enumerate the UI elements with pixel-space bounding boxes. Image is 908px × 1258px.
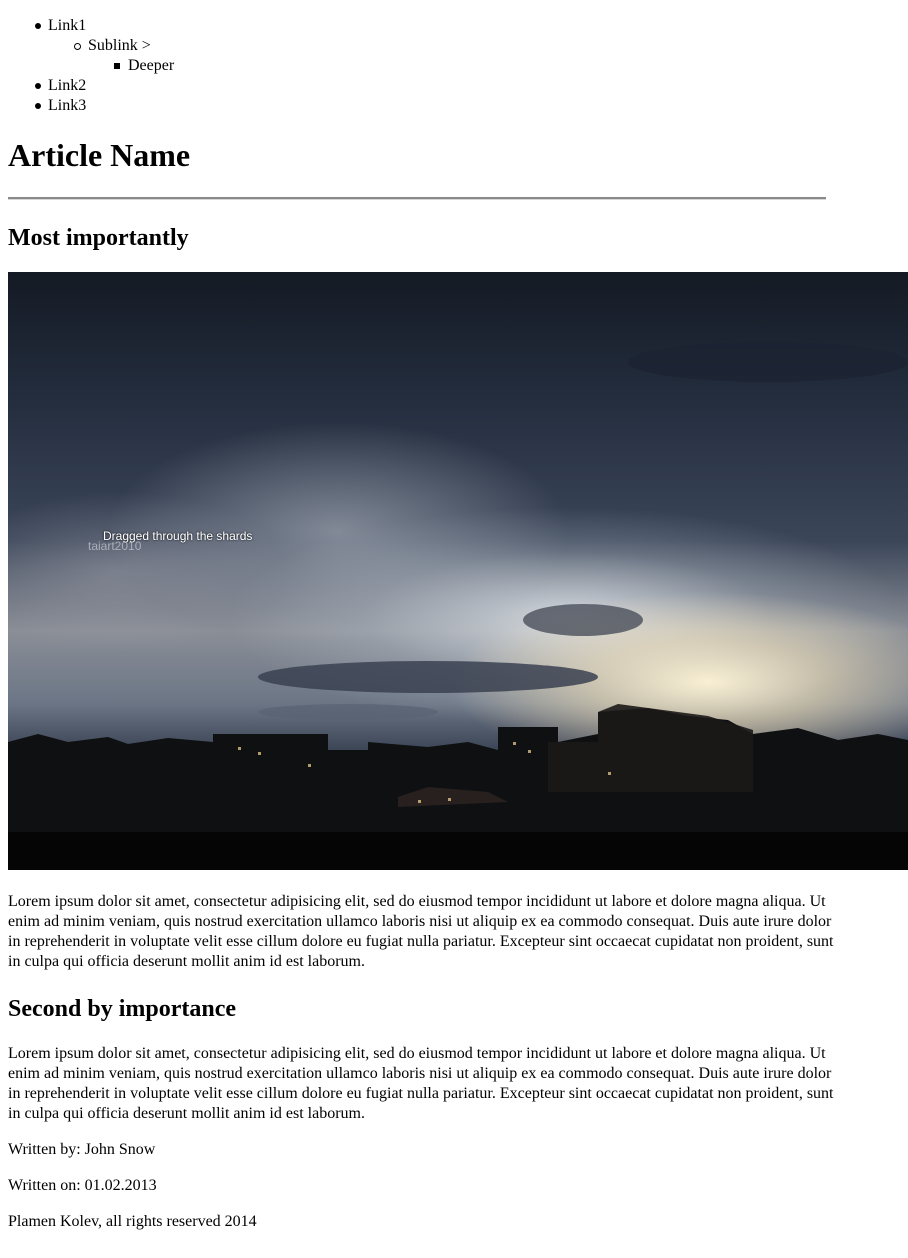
square-bullet-icon	[114, 63, 120, 69]
nav-link-link2[interactable]: Link2	[48, 77, 86, 94]
title-divider	[8, 197, 826, 200]
page: Link1 Sublink > Deeper Link2 Link3 Artic…	[0, 16, 908, 1232]
article-author: Written by: John Snow	[8, 1141, 156, 1158]
nav-item-link1: Link1	[35, 16, 900, 36]
disc-bullet-icon	[35, 23, 41, 29]
page-footer: Plamen Kolev, all rights reserved 2014	[8, 1212, 900, 1232]
article-title: Article Name	[8, 137, 191, 173]
nav-sublist-container: Sublink > Deeper	[48, 36, 900, 76]
paragraph-2: Lorem ipsum dolor sit amet, consectetur …	[8, 1045, 834, 1122]
nav-subsublist: Deeper	[88, 56, 900, 76]
section-heading-second-by-importance: Second by importance	[8, 996, 236, 1022]
nav-item-sublink: Sublink >	[74, 36, 900, 56]
disc-bullet-icon	[35, 103, 41, 109]
article-photo: Dragged through the shards taiart2010	[8, 272, 908, 870]
main-navigation: Link1 Sublink > Deeper Link2 Link3	[8, 16, 900, 116]
article-date: Written on: 01.02.2013	[8, 1177, 157, 1194]
footer-text: Plamen Kolev, all rights reserved 2014	[8, 1213, 257, 1230]
disc-bullet-icon	[35, 83, 41, 89]
circle-bullet-icon	[74, 43, 81, 50]
nav-item-link3: Link3	[35, 96, 900, 116]
nav-link-deeper[interactable]: Deeper	[128, 57, 174, 74]
nav-list: Link1 Sublink > Deeper Link2 Link3	[8, 16, 900, 116]
article: Article Name Most importantly Dragged th…	[8, 137, 908, 1196]
nav-link-link1[interactable]: Link1	[48, 17, 86, 34]
nav-item-deeper: Deeper	[114, 56, 900, 76]
nav-item-link2: Link2	[35, 76, 900, 96]
paragraph-1: Lorem ipsum dolor sit amet, consectetur …	[8, 893, 834, 970]
nav-sublist: Sublink > Deeper	[48, 36, 900, 76]
section-heading-most-importantly: Most importantly	[8, 225, 189, 251]
nav-subsublist-container: Deeper	[88, 56, 900, 76]
nav-link-link3[interactable]: Link3	[48, 97, 86, 114]
nav-link-sublink[interactable]: Sublink >	[88, 37, 151, 54]
photo-credit: taiart2010	[88, 539, 142, 553]
city-skyline-silhouette	[8, 342, 908, 870]
